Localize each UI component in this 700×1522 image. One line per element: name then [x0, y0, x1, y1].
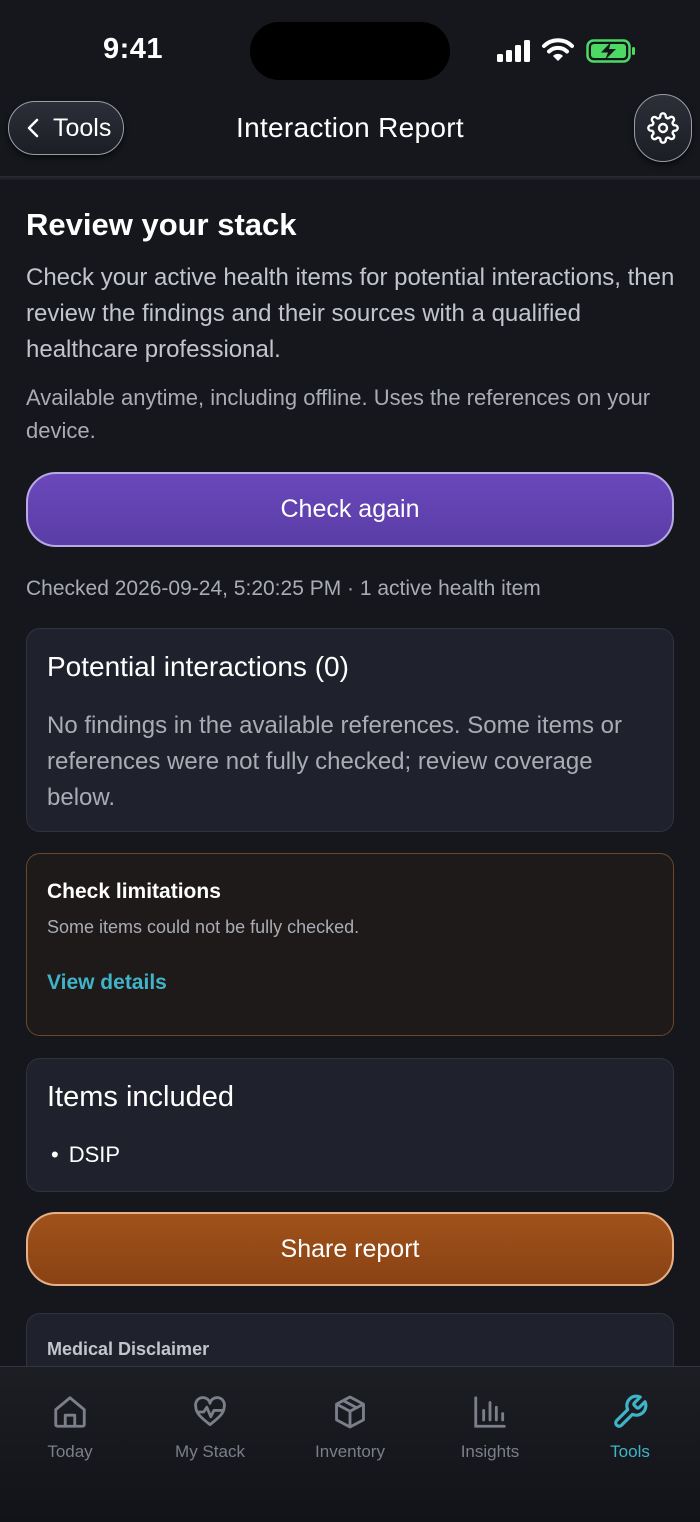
- tab-today[interactable]: Today: [0, 1367, 140, 1477]
- last-checked-info: Checked 2026-09-24, 5:20:25 PM · 1 activ…: [26, 577, 541, 600]
- status-time: 9:41: [103, 33, 164, 65]
- list-item: • DSIP: [51, 1142, 121, 1167]
- interactions-card: Potential interactions (0) No findings i…: [26, 628, 674, 832]
- dynamic-island: [250, 22, 450, 80]
- check-again-button[interactable]: Check again: [26, 472, 674, 547]
- tab-my-stack[interactable]: My Stack: [140, 1367, 280, 1477]
- items-title: Items included: [47, 1081, 234, 1113]
- limitations-title: Check limitations: [47, 880, 221, 903]
- box-icon: [335, 1395, 365, 1429]
- items-card: Items included • DSIP: [26, 1058, 674, 1192]
- intro-text: Check your active health items for poten…: [26, 264, 675, 363]
- bar-chart-icon: [474, 1396, 506, 1428]
- limitations-card: Check limitations Some items could not b…: [26, 853, 674, 1036]
- limitations-body: Some items could not be fully checked.: [47, 917, 360, 937]
- status-bar: 9:41: [0, 0, 700, 92]
- tab-tools[interactable]: Tools: [560, 1367, 700, 1477]
- interactions-title: Potential interactions (0): [47, 651, 349, 682]
- disclaimer-title: Medical Disclaimer: [47, 1339, 210, 1359]
- view-details-link[interactable]: View details: [47, 971, 167, 995]
- list-item-label: DSIP: [68, 1142, 121, 1167]
- tab-insights[interactable]: Insights: [420, 1367, 560, 1477]
- tab-label: Insights: [460, 1442, 520, 1461]
- tab-inventory[interactable]: Inventory: [280, 1367, 420, 1477]
- gear-icon: [647, 112, 679, 144]
- interactions-body: No findings in the available references.…: [47, 712, 622, 811]
- cellular-signal-icon: [497, 40, 530, 62]
- heart-pulse-icon: [194, 1396, 226, 1427]
- tab-label: Inventory: [315, 1442, 385, 1461]
- settings-button[interactable]: [634, 94, 692, 162]
- tab-bar: Today My Stack Inventory Insights Tools: [0, 1366, 700, 1522]
- page-title: Interaction Report: [236, 112, 464, 143]
- tab-label: My Stack: [175, 1442, 245, 1461]
- home-icon: [54, 1396, 86, 1428]
- wrench-icon: [614, 1394, 648, 1428]
- header-divider: [0, 176, 700, 180]
- tab-label: Today: [47, 1442, 93, 1461]
- battery-charging-icon: [586, 39, 635, 63]
- offline-note: Available anytime, including offline. Us…: [26, 385, 651, 443]
- share-report-button[interactable]: Share report: [26, 1212, 674, 1286]
- section-heading: Review your stack: [26, 207, 297, 242]
- wifi-icon: [542, 38, 574, 61]
- tab-label: Tools: [610, 1442, 650, 1461]
